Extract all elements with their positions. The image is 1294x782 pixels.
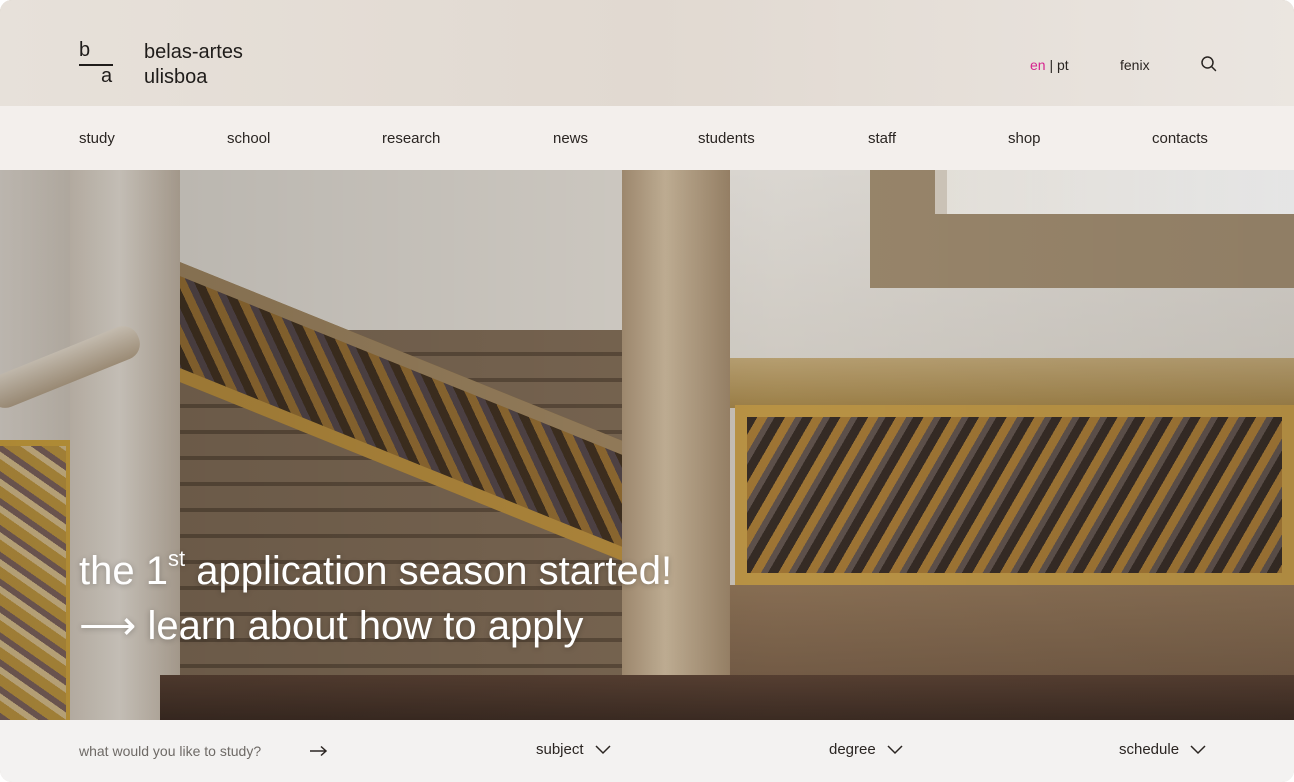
schedule-dropdown[interactable]: schedule xyxy=(1119,741,1207,759)
study-search-input[interactable]: what would you like to study? xyxy=(79,742,261,760)
chevron-down-icon xyxy=(1190,745,1206,755)
lang-en-link[interactable]: en xyxy=(1030,57,1046,73)
degree-dropdown-label: degree xyxy=(829,741,876,758)
chevron-down-icon xyxy=(887,745,903,755)
apply-link-label: learn about how to apply xyxy=(147,604,584,648)
logo-line-1: belas-artes xyxy=(144,41,243,63)
search-icon[interactable] xyxy=(1199,54,1219,74)
main-nav: study school research news students staf… xyxy=(0,106,1294,170)
headline-ordinal: st xyxy=(167,546,186,571)
lang-separator: | xyxy=(1049,57,1054,73)
nav-item-research[interactable]: research xyxy=(382,130,440,148)
logo-wordmark[interactable]: belas-artes ulisboa xyxy=(144,40,243,90)
logo-mark-a: a xyxy=(101,65,113,87)
nav-item-students[interactable]: students xyxy=(698,130,755,148)
study-search-bar: what would you like to study? subject de… xyxy=(0,720,1294,782)
logo-mark[interactable]: b a xyxy=(79,40,113,86)
nav-item-staff[interactable]: staff xyxy=(868,130,896,148)
lang-pt-link[interactable]: pt xyxy=(1057,57,1069,73)
logo-mark-b: b xyxy=(79,39,91,61)
language-switcher: en | pt xyxy=(1030,56,1069,74)
schedule-dropdown-label: schedule xyxy=(1119,741,1180,758)
fenix-link[interactable]: fenix xyxy=(1120,56,1150,74)
nav-item-contacts[interactable]: contacts xyxy=(1152,130,1208,148)
nav-item-shop[interactable]: shop xyxy=(1008,130,1041,148)
degree-dropdown[interactable]: degree xyxy=(829,741,904,759)
nav-item-school[interactable]: school xyxy=(227,130,270,148)
page-frame: b a belas-artes ulisboa en | pt fenix st… xyxy=(0,0,1294,782)
logo-line-2: ulisboa xyxy=(144,66,208,88)
headline-text-start: the 1 xyxy=(79,549,168,593)
subject-dropdown[interactable]: subject xyxy=(536,741,612,759)
nav-item-news[interactable]: news xyxy=(553,130,588,148)
site-header: b a belas-artes ulisboa en | pt fenix xyxy=(0,0,1294,106)
arrow-right-icon: ⟶ xyxy=(79,604,137,648)
nav-item-study[interactable]: study xyxy=(79,130,115,148)
headline-text-end: application season started! xyxy=(185,549,673,593)
arrow-right-icon[interactable] xyxy=(309,743,329,759)
chevron-down-icon xyxy=(595,745,611,755)
subject-dropdown-label: subject xyxy=(536,741,584,758)
hero-headline: the 1st application season started! ⟶ le… xyxy=(79,544,672,654)
apply-link[interactable]: ⟶ learn about how to apply xyxy=(79,599,672,654)
